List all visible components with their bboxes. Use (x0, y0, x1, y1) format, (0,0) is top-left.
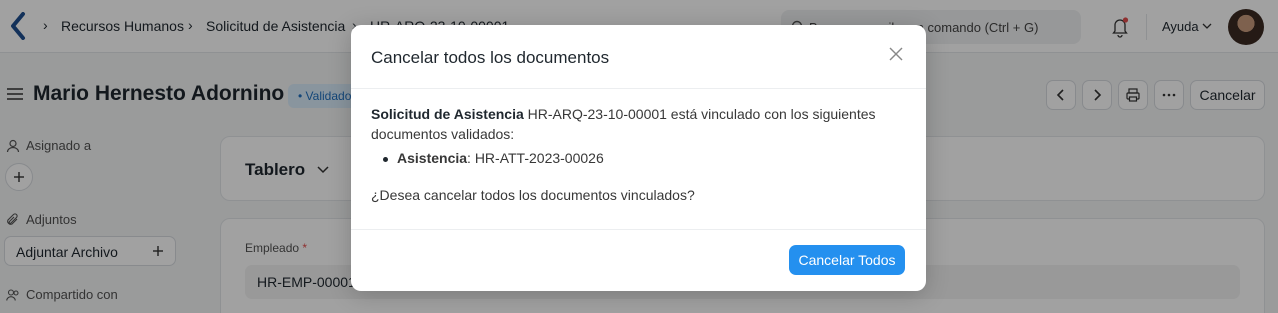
dialog-header-divider (351, 88, 926, 89)
close-icon[interactable] (888, 46, 904, 62)
linked-document-id: : HR-ATT-2023-00026 (467, 150, 604, 166)
dialog-message: Solicitud de Asistencia HR-ARQ-23-10-000… (371, 104, 906, 144)
dialog-footer-divider (351, 229, 926, 230)
dialog-question: ¿Desea cancelar todos los documentos vin… (371, 187, 695, 203)
dialog-title: Cancelar todos los documentos (371, 48, 610, 67)
cancel-all-button[interactable]: Cancelar Todos (789, 245, 905, 275)
linked-doctype: Asistencia (397, 150, 468, 166)
dialog-doctype: Solicitud de Asistencia (371, 106, 524, 122)
list-bullet (383, 157, 388, 162)
linked-documents-list: Asistencia: HR-ATT-2023-00026 (383, 150, 604, 166)
cancel-all-dialog: Cancelar todos los documentos Solicitud … (351, 25, 926, 291)
